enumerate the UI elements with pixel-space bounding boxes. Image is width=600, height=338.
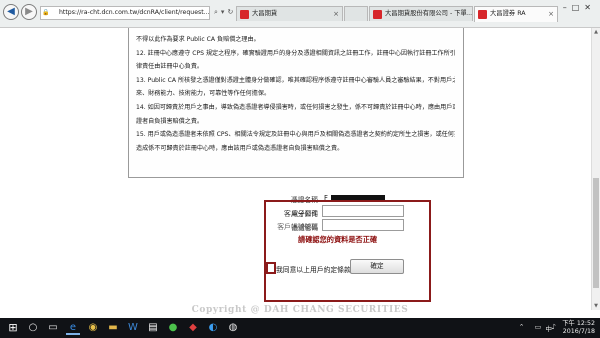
browser-chrome: ◀ ▶ https://ra-cht.dcn.com.tw/dcnRA/clie…	[0, 0, 600, 28]
clock-date: 2016/7/18	[562, 328, 595, 335]
app-icon-3[interactable]: ◍	[226, 321, 240, 335]
line-icon[interactable]: ●	[166, 321, 180, 335]
clock[interactable]: 下午 12:52 2016/7/18	[562, 320, 595, 336]
search-icon[interactable]: ⌕	[214, 8, 221, 16]
scroll-up-icon[interactable]: ▲	[592, 29, 600, 35]
chrome-icon[interactable]: ◉	[86, 321, 100, 335]
search-icon[interactable]: ○	[26, 321, 40, 335]
close-icon[interactable]: ×	[548, 7, 554, 21]
taskbar: ⊞ ○ ▭ e ◉ ▬ W ▤ ● ◆ ◐ ◍ ⌃ ▭ ♪ 中 下午 12:52…	[0, 318, 600, 338]
terms-line: 造成係不可歸責於註冊中心時，應由該用戶或偽造憑證者自負損害賠償之責。	[136, 144, 344, 152]
scroll-thumb[interactable]	[593, 178, 599, 288]
ie-browser-icon[interactable]: e	[66, 321, 80, 335]
site-favicon-icon	[478, 10, 487, 19]
tab-dahchang-ra[interactable]: 大昌證券 RA ×	[474, 6, 558, 22]
email-field[interactable]	[322, 205, 404, 217]
ime-indicator[interactable]: 中	[546, 323, 553, 333]
app-icon-2[interactable]: ◐	[206, 321, 220, 335]
terms-line: 12. 註冊中心應遵守 CPS 規定之程序，確實驗證用戶的身分及憑證相關資訊之註…	[136, 49, 455, 57]
system-tray[interactable]: ⌃ ▭ ♪	[519, 323, 560, 331]
window-controls: –□✕	[563, 3, 596, 12]
confirm-button[interactable]: 確定	[350, 259, 404, 274]
page-content: 不得以此作為要求 Public CA 負賠償之理由。 12. 註冊中心應遵守 C…	[0, 28, 600, 310]
word-icon[interactable]: W	[126, 321, 140, 335]
address-actions: ⌕▾↻	[214, 8, 236, 17]
agree-label: 我同意以上用戶約定條款	[276, 266, 351, 274]
terms-box[interactable]: 不得以此作為要求 Public CA 負賠償之理由。 12. 註冊中心應遵守 C…	[128, 28, 464, 178]
maximize-icon[interactable]: □	[572, 3, 585, 12]
app-icon[interactable]: ◆	[186, 321, 200, 335]
vertical-scrollbar[interactable]: ▲ ▼	[591, 28, 600, 310]
tab-label: 大昌期貨	[252, 10, 278, 17]
site-favicon-icon	[240, 10, 249, 19]
email-label: 電子郵件	[291, 210, 318, 218]
task-view-icon[interactable]: ▭	[46, 321, 60, 335]
back-icon[interactable]: ◀	[3, 4, 19, 20]
terms-line: 來、財務能力、技術能力，可靠性等作任何擔保。	[136, 90, 271, 98]
confirm-notice: 請確認您的資料是否正確	[298, 235, 378, 244]
terms-line: 不得以此作為要求 Public CA 負賠償之理由。	[136, 36, 260, 43]
copyright-footer: Copyright @ DAH CHANG SECURITIES	[191, 305, 409, 315]
agree-checkbox[interactable]	[266, 262, 276, 274]
password-label: 憑證密碼	[291, 224, 318, 232]
tab-label: 大昌證券 RA	[490, 10, 526, 17]
close-window-icon[interactable]: ✕	[584, 3, 596, 12]
terms-line: 15. 用戶或偽造憑證者未依照 CPS、相關法令規定及註冊中心與用戶及相關偽造憑…	[136, 131, 455, 139]
close-icon[interactable]: ×	[333, 7, 339, 21]
clock-time: 下午 12:52	[562, 320, 595, 327]
site-favicon-icon	[373, 10, 382, 19]
lock-icon: 🔒	[42, 9, 50, 16]
refresh-icon[interactable]: ↻	[227, 8, 236, 16]
tab-blank[interactable]	[344, 6, 368, 21]
forward-icon[interactable]: ▶	[21, 4, 37, 20]
tab-label: 大昌期貨股份有限公司 - 下單...	[385, 10, 473, 17]
tab-dahchang-order[interactable]: 大昌期貨股份有限公司 - 下單...	[369, 6, 473, 21]
store-icon[interactable]: ▤	[146, 321, 160, 335]
minimize-icon[interactable]: –	[563, 3, 572, 12]
terms-line: 證者自負損害賠償之責。	[136, 117, 204, 125]
tab-dahchang-futures[interactable]: 大昌期貨 ×	[236, 6, 343, 21]
terms-line: 律責任由註冊中心負責。	[136, 63, 204, 71]
windows-start-icon[interactable]: ⊞	[6, 321, 20, 335]
screen: { "browser": { "url": "https://ra-cht.dc…	[0, 0, 600, 338]
terms-line: 14. 如因可歸責於用戶之事由，導致偽造憑證者導侵損害時，或任何損害之發生，係不…	[136, 103, 455, 111]
folder-icon[interactable]: ▬	[106, 321, 120, 335]
terms-line: 13. Public CA 所核發之憑證僅對憑證主體身分做確認，唯其確認程序係遵…	[136, 76, 455, 84]
address-bar[interactable]: https://ra-cht.dcn.com.tw/dcnRA/client/r…	[40, 6, 210, 20]
password-field[interactable]	[322, 219, 404, 231]
